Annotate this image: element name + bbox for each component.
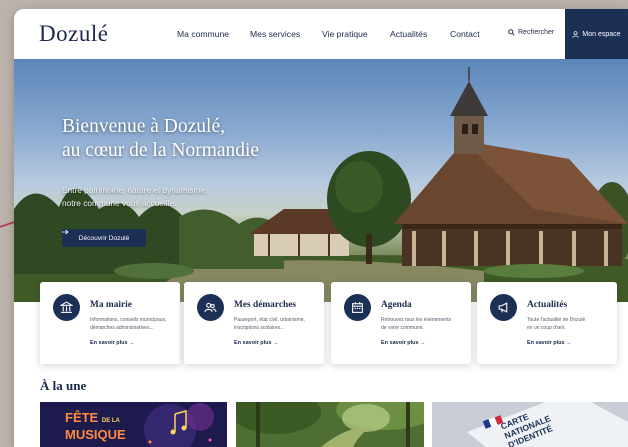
fete-musique-text: FÊTE DE LA MUSIQUE — [65, 411, 126, 441]
arrow-right-icon: → — [273, 340, 279, 346]
browser-page: Dozulé Ma commune Mes services Vie prati… — [14, 9, 628, 447]
nav-vie-pratique[interactable]: Vie pratique — [322, 29, 368, 39]
user-icon — [572, 30, 580, 38]
card-link[interactable]: En savoir plus → — [234, 340, 279, 346]
card-desc-line: Informations, conseils municipaux, — [90, 317, 167, 323]
card-description: Toute l'actualité de Dozulé en un coup d… — [527, 316, 585, 332]
card-link[interactable]: En savoir plus → — [527, 340, 572, 346]
calendar-icon — [344, 294, 371, 321]
arrow-right-icon — [62, 229, 69, 235]
account-label: Mon espace — [582, 30, 621, 38]
card-desc-line: Retrouvez tous les événements — [381, 317, 452, 323]
card-title: Mes démarches — [234, 300, 297, 310]
hero-title: Bienvenue à Dozulé, au cœur de la Norman… — [62, 115, 259, 163]
card-desc-line: Toute l'actualité de Dozulé — [527, 317, 586, 323]
hero-image — [14, 67, 628, 302]
fete-small: DE LA — [101, 418, 120, 424]
card-link[interactable]: En savoir plus → — [381, 340, 426, 346]
card-desc-line: inscriptions scolaires... — [234, 325, 285, 331]
town-hall-icon — [53, 294, 80, 321]
featured-thumb-fete-musique[interactable]: FÊTE DE LA MUSIQUE — [40, 402, 227, 447]
search-label: Rechercher — [518, 29, 555, 36]
featured-section-title: À la une — [40, 378, 87, 393]
hero-subtitle: Entre patrimoine, nature et dynamisme, n… — [62, 184, 207, 210]
card-link-label: En savoir plus — [90, 340, 128, 346]
card-title: Actualités — [527, 300, 568, 310]
card-description: Retrouvez tous les événements de votre c… — [381, 316, 451, 332]
card-title: Agenda — [381, 300, 412, 310]
fete-line1: FÊTE — [65, 410, 99, 425]
card-desc-line: Passeport, état civil, urbanisme, — [234, 317, 305, 323]
site-logo[interactable]: Dozulé — [39, 21, 108, 47]
card-desc-line: démarches administratives... — [90, 325, 154, 331]
card-desc-line: de votre commune. — [381, 325, 424, 331]
card-mes-demarches[interactable]: Mes démarches Passeport, état civil, urb… — [184, 282, 324, 364]
card-link-label: En savoir plus — [527, 340, 565, 346]
search-icon — [508, 29, 515, 36]
discover-button-label: Découvrir Dozulé — [78, 234, 130, 242]
card-description: Passeport, état civil, urbanisme, inscri… — [234, 316, 305, 332]
hero-subtitle-line1: Entre patrimoine, nature et dynamisme, — [62, 185, 208, 195]
nav-mes-services[interactable]: Mes services — [250, 29, 300, 39]
hero-title-line1: Bienvenue à Dozulé, — [62, 116, 225, 137]
arrow-right-icon: → — [420, 340, 426, 346]
card-ma-mairie[interactable]: Ma mairie Informations, conseils municip… — [40, 282, 180, 364]
card-link[interactable]: En savoir plus → — [90, 340, 135, 346]
hero-banner: Bienvenue à Dozulé, au cœur de la Norman… — [14, 59, 628, 302]
megaphone-icon — [490, 294, 517, 321]
discover-button[interactable]: Découvrir Dozulé — [62, 229, 146, 247]
arrow-right-icon: → — [566, 340, 572, 346]
card-actualites[interactable]: Actualités Toute l'actualité de Dozulé e… — [477, 282, 617, 364]
arrow-right-icon: → — [129, 340, 135, 346]
card-agenda[interactable]: Agenda Retrouvez tous les événements de … — [331, 282, 471, 364]
nav-contact[interactable]: Contact — [450, 29, 480, 39]
users-icon — [197, 294, 224, 321]
featured-thumb-nature[interactable] — [236, 402, 424, 447]
featured-thumb-carte-identite[interactable]: CARTE NATIONALE D'IDENTITÉ — [432, 402, 628, 447]
hero-title-line2: au cœur de la Normandie — [62, 140, 260, 161]
hero-subtitle-line2: notre commune vous accueille. — [62, 198, 177, 208]
forest-path-image — [236, 402, 424, 447]
nav-ma-commune[interactable]: Ma commune — [177, 29, 229, 39]
card-desc-line: en un coup d'œil. — [527, 325, 566, 331]
quick-access-cards: Ma mairie Informations, conseils municip… — [40, 282, 623, 364]
fete-line2: MUSIQUE — [65, 427, 126, 442]
account-button[interactable]: Mon espace — [565, 9, 628, 59]
search-button[interactable]: Rechercher — [508, 29, 554, 36]
card-title: Ma mairie — [90, 300, 132, 310]
card-description: Informations, conseils municipaux, démar… — [90, 316, 166, 332]
nav-actualites[interactable]: Actualités — [390, 29, 427, 39]
card-link-label: En savoir plus — [381, 340, 419, 346]
card-link-label: En savoir plus — [234, 340, 272, 346]
site-header: Dozulé Ma commune Mes services Vie prati… — [14, 9, 628, 59]
